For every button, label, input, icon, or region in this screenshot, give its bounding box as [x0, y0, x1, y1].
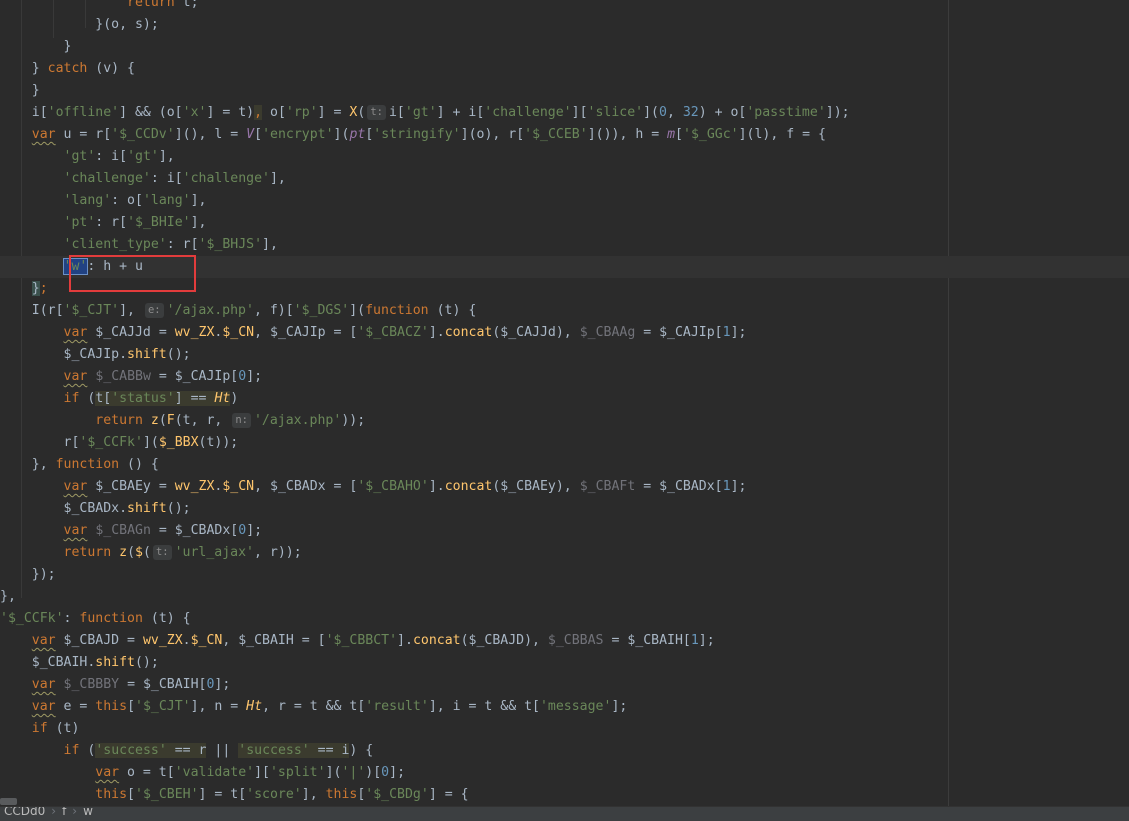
code-line[interactable]: }(o, s); [0, 14, 1129, 36]
param-hint: t: [367, 105, 386, 120]
code-line[interactable]: r['$_CCFk']($_BBX(t)); [0, 432, 1129, 454]
code-line[interactable]: '$_CCFk': function (t) { [0, 608, 1129, 630]
code-line[interactable]: if (t) [0, 718, 1129, 740]
breadcrumb-item[interactable]: CCDd0 [4, 807, 45, 818]
horizontal-scrollbar-thumb[interactable] [0, 798, 17, 805]
code-line[interactable]: var $_CAJJd = wv_ZX.$_CN, $_CAJIp = ['$_… [0, 322, 1129, 344]
code-editor[interactable]: return t; }(o, s); } } catch (v) { } i['… [0, 0, 1129, 806]
code-line[interactable]: var $_CBAJD = wv_ZX.$_CN, $_CBAIH = ['$_… [0, 630, 1129, 652]
code-line[interactable]: var e = this['$_CJT'], n = Ht, r = t && … [0, 696, 1129, 718]
annotation-highlight-box [69, 255, 196, 292]
breadcrumb: CCDd0 › f › w [0, 806, 1129, 821]
code-line[interactable]: $_CBAIH.shift(); [0, 652, 1129, 674]
code-line[interactable]: this['$_CBEH'] = t['score'], this['$_CBD… [0, 784, 1129, 806]
code-line[interactable]: if ('success' == r || 'success' == i) { [0, 740, 1129, 762]
code-line[interactable]: if (t['status'] == Ht) [0, 388, 1129, 410]
code-line[interactable]: }, [0, 586, 1129, 608]
code-line[interactable]: var $_CABBw = $_CAJIp[0]; [0, 366, 1129, 388]
code-line[interactable]: 'gt': i['gt'], [0, 146, 1129, 168]
code-line[interactable]: } [0, 80, 1129, 102]
code-line[interactable]: 'client_type': r['$_BHJS'], [0, 234, 1129, 256]
code-line[interactable]: var o = t['validate']['split']('|')[0]; [0, 762, 1129, 784]
code-line[interactable]: $_CAJIp.shift(); [0, 344, 1129, 366]
code-line[interactable]: return t; [0, 0, 1129, 14]
code-line[interactable]: var u = r['$_CCDv'](), l = V['encrypt'](… [0, 124, 1129, 146]
breadcrumb-item[interactable]: f [62, 807, 66, 818]
param-hint: n: [232, 413, 251, 428]
code-line[interactable]: } [0, 36, 1129, 58]
code-line[interactable]: return z(F(t, r, n: '/ajax.php')); [0, 410, 1129, 432]
code-line[interactable]: I(r['$_CJT'], e: '/ajax.php', f)['$_DGS']… [0, 300, 1129, 322]
code-line[interactable]: 'lang': o['lang'], [0, 190, 1129, 212]
code-line[interactable]: i['offline'] && (o['x'] = t), o['rp'] = … [0, 102, 1129, 124]
param-hint: t: [152, 545, 172, 560]
code-line[interactable]: return z($(t:'url_ajax', r)); [0, 542, 1129, 564]
chevron-right-icon: › [72, 806, 78, 818]
code-line[interactable]: $_CBADx.shift(); [0, 498, 1129, 520]
code-line[interactable]: }); [0, 564, 1129, 586]
code-line[interactable]: var $_CBAEy = wv_ZX.$_CN, $_CBADx = ['$_… [0, 476, 1129, 498]
breadcrumb-item[interactable]: w [83, 807, 93, 818]
param-hint: e: [144, 303, 164, 318]
code-line[interactable]: 'pt': r['$_BHIe'], [0, 212, 1129, 234]
code-line[interactable]: } catch (v) { [0, 58, 1129, 80]
code-line[interactable]: 'challenge': i['challenge'], [0, 168, 1129, 190]
code-line[interactable]: var $_CBBBY = $_CBAIH[0]; [0, 674, 1129, 696]
chevron-right-icon: › [51, 806, 57, 818]
code-line[interactable]: }, function () { [0, 454, 1129, 476]
code-line[interactable]: var $_CBAGn = $_CBADx[0]; [0, 520, 1129, 542]
